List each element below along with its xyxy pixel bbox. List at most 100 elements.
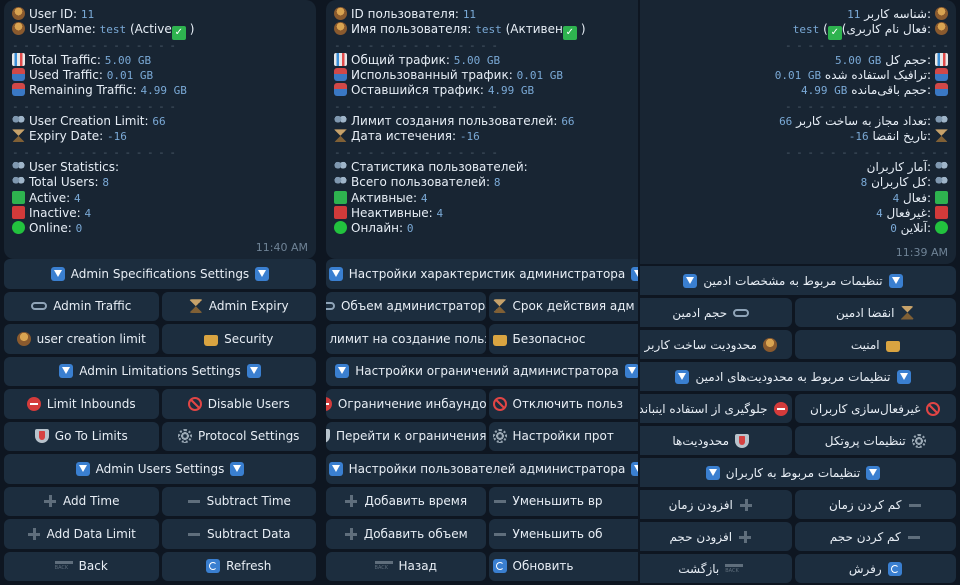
go-to-limits-button[interactable]: Go To Limits	[4, 421, 159, 451]
users-icon	[334, 159, 347, 173]
user-icon	[334, 22, 347, 36]
admin-limitations-settings-button[interactable]: Admin Limitations Settings	[4, 356, 316, 386]
admin-users-settings-button[interactable]: Настройки пользователей администратора	[326, 454, 638, 484]
add-time-button[interactable]: Add Time	[4, 486, 159, 516]
admin-traffic-button[interactable]: Объем администратора	[326, 291, 486, 321]
red-square-icon	[935, 205, 948, 219]
admin-users-settings-button[interactable]: Admin Users Settings	[4, 454, 316, 484]
admin-expiry-button[interactable]: Admin Expiry	[161, 291, 316, 321]
subtract-data-button[interactable]: Subtract Data	[161, 519, 316, 549]
add-time-button[interactable]: افزودن زمان	[640, 490, 792, 519]
security-button[interactable]: Безопаснос	[488, 324, 638, 354]
ban-icon	[926, 401, 941, 416]
add-data-limit-button[interactable]: Add Data Limit	[4, 519, 159, 549]
down-arrow-icon	[896, 369, 911, 384]
user-statistics-line: User Statistics:	[12, 159, 308, 175]
protocol-settings-button[interactable]: تنظیمات پروتکل	[794, 426, 956, 455]
active-line: Active: 4	[12, 190, 308, 206]
gear-icon	[178, 429, 193, 444]
back-button[interactable]: بازگشت	[640, 554, 792, 583]
security-button[interactable]: امنیت	[794, 330, 956, 359]
infinity-icon	[31, 302, 48, 311]
plus-icon	[344, 527, 358, 541]
security-button[interactable]: Security	[161, 324, 316, 354]
add-time-button[interactable]: Добавить время	[326, 486, 486, 516]
chart-icon	[12, 52, 25, 66]
plus-icon	[344, 494, 358, 508]
admin-expiry-button[interactable]: انقضا ادمین	[794, 298, 956, 327]
admin-specifications-settings-button[interactable]: تنظیمات مربوط به مشخصات ادمین	[640, 266, 956, 295]
plus-icon	[738, 530, 752, 544]
separator: - - - - - - - - - - - - - - -	[784, 38, 949, 52]
creation-limit-line: 66 تعداد مجاز به ساخت کاربر:	[640, 114, 948, 129]
separator: - - - - - - - - - - - - - - -	[784, 145, 949, 159]
limit-inbounds-button[interactable]: جلوگیری از استفاده اینباند	[640, 394, 792, 423]
subtract-time-button[interactable]: Уменьшить вр	[488, 486, 638, 516]
separator: - - - - - - - - - - - - - - -	[12, 145, 176, 159]
go-to-limits-button[interactable]: محدودیت‌ها	[640, 426, 792, 455]
admin-users-settings-button[interactable]: تنظیمات مربوط به کاربران	[640, 458, 956, 487]
user-creation-limit-button[interactable]: лимит на создание польз...	[326, 324, 486, 354]
refresh-button[interactable]: Refresh	[161, 551, 316, 581]
expiry-date-line: Дата истечения: -16	[334, 129, 638, 144]
separator: - - - - - - - - - - - - - - -	[12, 99, 176, 113]
back-button[interactable]: Back	[4, 551, 159, 581]
user-icon	[12, 22, 25, 36]
disable-users-button[interactable]: Disable Users	[161, 389, 316, 419]
user-creation-limit-button[interactable]: محدودیت ساخت کاربر	[640, 330, 792, 359]
admin-traffic-button[interactable]: حجم ادمین	[640, 298, 792, 327]
lock-icon	[204, 334, 219, 346]
green-square-icon	[334, 190, 347, 204]
admin-limitations-settings-button[interactable]: تنظیمات مربوط به محدودیت‌های ادمین	[640, 362, 956, 391]
red-square-icon	[12, 205, 25, 219]
admin-specifications-settings-button[interactable]: Настройки характеристик администратора	[326, 259, 638, 289]
admin-limitations-settings-button[interactable]: Настройки ограничений администратора	[326, 356, 638, 386]
inline-keyboard: تنظیمات مربوط به مشخصات ادمین حجم ادمین …	[640, 266, 956, 585]
separator: - - - - - - - - - - - - - - -	[334, 145, 498, 159]
minus-icon	[187, 494, 201, 508]
refresh-button[interactable]: Обновить	[488, 551, 638, 581]
username-line: Имя пользователя: test (Активен ✓)	[334, 22, 638, 41]
minus-icon	[908, 498, 922, 512]
protocol-settings-button[interactable]: Настройки прот	[488, 421, 638, 451]
users-icon	[935, 159, 948, 173]
admin-specifications-settings-button[interactable]: Admin Specifications Settings	[4, 259, 316, 289]
back-button[interactable]: Назад	[326, 551, 486, 581]
active-line: Активные: 4	[334, 190, 638, 206]
user-creation-limit-button[interactable]: user creation limit	[4, 324, 159, 354]
down-arrow-icon	[255, 266, 270, 281]
down-arrow-icon	[888, 273, 903, 288]
limit-inbounds-button[interactable]: Limit Inbounds	[4, 389, 159, 419]
red-square-icon	[334, 205, 347, 219]
admin-expiry-button[interactable]: Срок действия адм	[488, 291, 638, 321]
limit-inbounds-button[interactable]: Ограничение инбаундов	[326, 389, 486, 419]
stop-icon	[773, 401, 788, 416]
inline-keyboard: Настройки характеристик администратора О…	[326, 259, 638, 584]
add-data-limit-button[interactable]: افزودن حجم	[640, 522, 792, 551]
user-icon	[12, 7, 25, 20]
user-icon	[935, 22, 948, 36]
refresh-button[interactable]: رفرش	[794, 554, 956, 583]
inactive-line: Неактивные: 4	[334, 205, 638, 221]
user-statistics-line: آمار کاربران:	[640, 159, 948, 175]
admin-traffic-button[interactable]: Admin Traffic	[4, 291, 159, 321]
expiry-date-line: -16 تاریخ انقضا:	[640, 129, 948, 144]
message-bubble: 11 شناسه کاربر: test (✓ (فعال نام کاربری:…	[640, 0, 956, 264]
disable-users-button[interactable]: غیرفعال‌سازی کاربران	[794, 394, 956, 423]
online-line: 0 آنلاین:	[640, 221, 948, 236]
refresh-icon	[887, 561, 902, 576]
subtract-time-button[interactable]: کم کردن زمان	[794, 490, 956, 519]
down-arrow-icon	[75, 461, 90, 476]
disable-users-button[interactable]: Отключить польз	[488, 389, 638, 419]
protocol-settings-button[interactable]: Protocol Settings	[161, 421, 316, 451]
subtract-data-button[interactable]: Уменьшить об	[488, 519, 638, 549]
go-to-limits-button[interactable]: Перейти к ограничениям	[326, 421, 486, 451]
add-data-limit-button[interactable]: Добавить объем	[326, 519, 486, 549]
subtract-data-button[interactable]: کم کردن حجم	[794, 522, 956, 551]
green-square-icon	[12, 190, 25, 204]
used-traffic-line: Использованный трафик: 0.01 GB	[334, 68, 638, 83]
user-icon	[762, 337, 777, 352]
subtract-time-button[interactable]: Subtract Time	[161, 486, 316, 516]
online-line: Online: 0	[12, 221, 308, 236]
green-square-icon	[935, 190, 948, 204]
